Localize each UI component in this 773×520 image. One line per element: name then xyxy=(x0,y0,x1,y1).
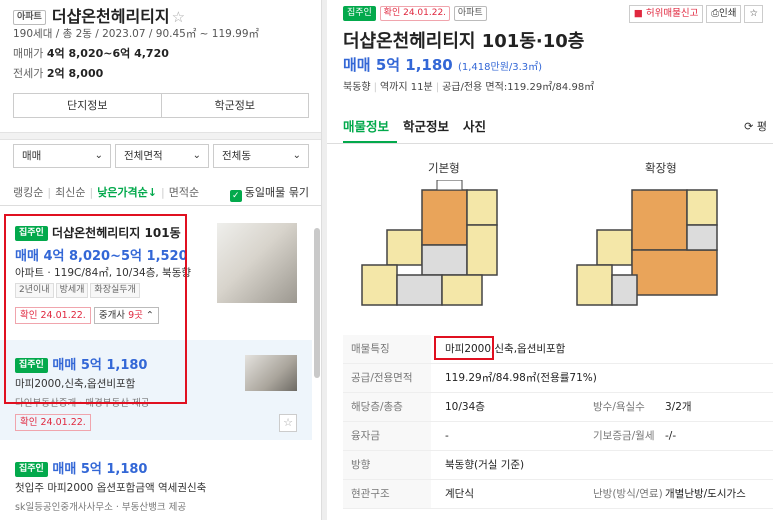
detail-info: 북동향 | 역까지 11분 | 공급/전용 면적:119.29㎡/84.98㎡ xyxy=(343,82,595,93)
school-info-button[interactable]: 학군정보 xyxy=(160,94,309,117)
favorite-star-icon[interactable]: ☆ xyxy=(279,414,297,432)
tab-photos[interactable]: 사진 xyxy=(463,116,486,135)
complex-summary: 190세대 / 총 2동 / 2023.07 / 90.45㎡ ~ 119.99… xyxy=(13,28,260,40)
listing-thumbnail[interactable] xyxy=(245,355,297,391)
detail-title: 더샵온천헤리티지 101동·10층 xyxy=(343,31,585,52)
table-row: 융자금 - 기보증금/월세 -/- xyxy=(343,422,773,451)
tab-divider xyxy=(327,143,773,144)
plan-basic-label: 기본형 xyxy=(428,161,460,175)
detail-tabs: 매물정보 학군정보 사진 xyxy=(343,116,486,135)
detail-price: 매매 5억 1,180 (1,418만원/3.3㎡) xyxy=(343,56,543,74)
table-row: 방향 북동향(거실 기준) xyxy=(343,451,773,480)
plan-extended-label: 확장형 xyxy=(645,161,677,175)
sort-ranking[interactable]: 랭킹순 xyxy=(13,186,43,199)
jeonse-price-row: 전세가 2억 8,000 xyxy=(13,65,103,81)
jeonse-label: 전세가 xyxy=(13,67,44,80)
checkbox-checked-icon: ✓ xyxy=(229,190,242,202)
dong-select[interactable]: 전체동 ⌄ xyxy=(213,144,309,168)
owner-badge: 집주인 xyxy=(343,6,376,21)
favorite-star-icon[interactable]: ☆ xyxy=(744,5,763,23)
list-item[interactable]: 집주인 매매 5억 1,180 첫입주 마피2000 옵션포함금액 역세권신축 … xyxy=(0,444,312,520)
jeonse-value: 2억 8,000 xyxy=(46,67,104,80)
chevron-down-icon: ⌄ xyxy=(94,150,103,161)
area-select[interactable]: 전체면적 ⌄ xyxy=(115,144,209,168)
type-tag: 아파트 xyxy=(453,6,487,21)
sort-latest[interactable]: 최신순 xyxy=(55,186,85,199)
list-scrollbar[interactable] xyxy=(314,228,320,378)
floor-plan-basic[interactable] xyxy=(357,180,507,315)
table-row: 매물특징 마피2000,신축,옵션비포함 xyxy=(343,335,773,364)
complex-title: 아파트 더샵온천헤리티지 ☆ xyxy=(13,3,185,27)
sort-low-price[interactable]: 낮은가격순↓ xyxy=(97,186,157,199)
sale-price-row: 매매가 4억 8,020~6억 4,720 xyxy=(13,45,169,61)
floor-plan-extended[interactable] xyxy=(572,180,722,315)
trade-type-select[interactable]: 매매 ⌄ xyxy=(13,144,111,168)
sale-value: 4억 8,020~6억 4,720 xyxy=(46,47,169,60)
chevron-down-icon: ⌄ xyxy=(192,150,201,161)
listing-thumbnail[interactable] xyxy=(217,223,297,303)
detail-panel: 집주인 확인 24.01.22. 아파트 ■ 허위매물신고 ⎙인쇄 ☆ 더샵온천… xyxy=(327,0,773,520)
sale-label: 매매가 xyxy=(13,47,44,60)
owner-badge: 집주인 xyxy=(15,462,48,477)
listing-agency: sk일등공인중개사사무소 · 부동산뱅크 제공 xyxy=(15,502,187,513)
listing-detail-table: 매물특징 마피2000,신축,옵션비포함 공급/전용면적 119.29㎡/84.98… xyxy=(343,335,773,509)
confirm-date-badge: 확인 24.01.22. xyxy=(15,414,91,431)
type-tag: 아파트 xyxy=(13,10,46,25)
table-row: 해당층/총층 10/34층 방수/욕실수 3/2개 xyxy=(343,393,773,422)
report-button[interactable]: ■ 허위매물신고 xyxy=(628,5,704,23)
filter-bar: 매매 ⌄ 전체면적 ⌄ 전체동 ⌄ xyxy=(13,144,309,168)
highlight-box xyxy=(434,336,494,360)
section-divider xyxy=(0,132,321,140)
listing-price-row: 집주인 매매 5억 1,180 xyxy=(15,458,147,477)
sort-options: 랭킹순 | 최신순 | 낮은가격순↓ | 면적순 ✓ 동일매물 묶기 xyxy=(13,184,309,202)
sort-area[interactable]: 면적순 xyxy=(169,186,199,199)
complex-name: 더샵온천헤리티지 xyxy=(51,7,170,26)
table-row: 현관구조 계단식 난방(방식/연료) 개별난방/도시가스 xyxy=(343,480,773,509)
tab-school-info[interactable]: 학군정보 xyxy=(403,116,449,135)
print-button[interactable]: ⎙인쇄 xyxy=(706,5,742,23)
detail-tags: 집주인 확인 24.01.22. 아파트 xyxy=(343,6,487,21)
same-listing-group-toggle[interactable]: ✓ 동일매물 묶기 xyxy=(229,184,309,202)
table-row: 공급/전용면적 119.29㎡/84.98㎡(전용률71%) xyxy=(343,364,773,393)
tab-listing-info[interactable]: 매물정보 xyxy=(343,116,389,135)
complex-info-tabs: 단지정보 학군정보 xyxy=(13,93,309,118)
favorite-star-icon[interactable]: ☆ xyxy=(172,8,185,26)
pyeong-toggle[interactable]: ⟳ 평 xyxy=(744,118,767,134)
listing-desc: 첫입주 마피2000 옵션포함금액 역세권신축 xyxy=(15,482,207,494)
listing-panel: 아파트 더샵온천헤리티지 ☆ 190세대 / 총 2동 / 2023.07 / 90… xyxy=(0,0,322,520)
complex-info-button[interactable]: 단지정보 xyxy=(14,94,161,117)
detail-actions: ■ 허위매물신고 ⎙인쇄 ☆ xyxy=(628,5,763,23)
highlight-box xyxy=(4,214,187,404)
listing-meta: 확인 24.01.22. xyxy=(15,414,91,431)
confirm-date-badge: 확인 24.01.22. xyxy=(379,6,451,21)
chevron-down-icon: ⌄ xyxy=(292,150,301,161)
